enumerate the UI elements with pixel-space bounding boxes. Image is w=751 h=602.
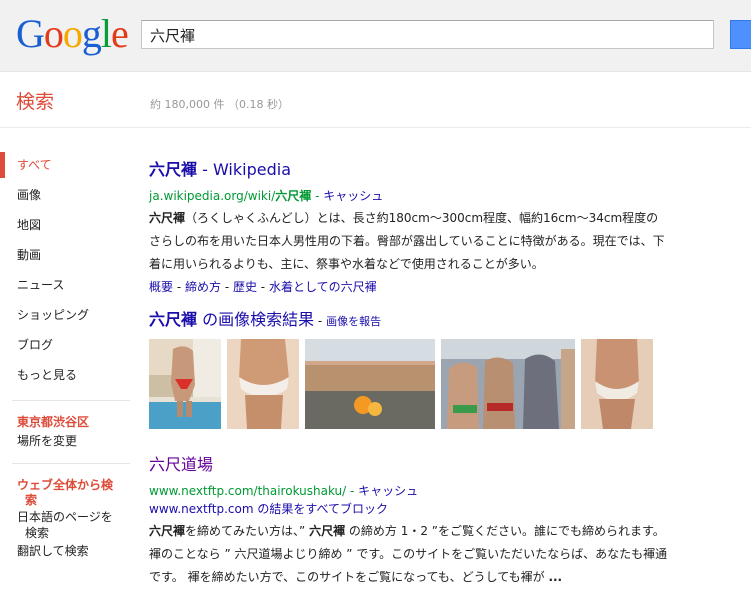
image-thumbnail[interactable] (581, 339, 653, 429)
url-text: ja.wikipedia.org/wiki/ (149, 189, 276, 203)
search-result: 六尺褌 - Wikipedia ja.wikipedia.org/wiki/六尺… (149, 160, 749, 296)
image-thumbnail[interactable] (441, 339, 575, 429)
nav-item-news[interactable]: ニュース (0, 270, 132, 300)
result-title-link[interactable]: 六尺道場 (149, 455, 749, 475)
result-snippet: 六尺褌を締めてみたい方は、” 六尺褌 の締め方 1・2 ”をご覧ください。誰にで… (149, 520, 669, 589)
report-images-link[interactable]: 画像を報告 (326, 315, 381, 328)
snippet-highlight: 六尺褌 (149, 211, 186, 225)
sitelink-separator: - (221, 280, 233, 294)
result-snippet: 六尺褌（ろくしゃくふんどし）とは、長さ約180cm～300cm程度、幅約16cm… (149, 207, 669, 276)
result-title-link[interactable]: 六尺褌 - Wikipedia (149, 160, 749, 180)
url-highlight: 六尺褌 (275, 189, 312, 203)
japanese-pages-label-cont: 検索 (25, 526, 50, 540)
logo-letter: l (100, 11, 112, 56)
report-separator: - (314, 314, 327, 328)
nav-item-blogs[interactable]: ブログ (0, 330, 132, 360)
search-button[interactable] (730, 20, 751, 49)
web-search-label: ウェブ全体から検 (17, 478, 114, 492)
logo-letter: o (62, 11, 83, 56)
search-box (141, 20, 714, 49)
subheader: 検索 約 180,000 件 （0.18 秒） (0, 73, 751, 128)
web-search-option[interactable]: ウェブ全体から検 索 (0, 478, 132, 508)
google-logo[interactable]: Google (16, 11, 129, 56)
logo-letter: e (111, 11, 129, 56)
nav-item-shopping[interactable]: ショッピング (0, 300, 132, 330)
nav-item-images[interactable]: 画像 (0, 180, 132, 210)
page-title: 検索 (16, 91, 55, 113)
image-thumbnail[interactable] (227, 339, 299, 429)
title-highlight: 六尺褌 (149, 310, 198, 329)
logo-letter: o (43, 11, 64, 56)
cache-link[interactable]: キャッシュ (323, 189, 383, 203)
snippet-highlight: 六尺褌 (149, 524, 186, 538)
header: Google (0, 0, 751, 72)
sitelink-separator: - (173, 280, 185, 294)
sitelink[interactable]: 締め方 (185, 280, 221, 294)
image-thumbnail[interactable] (149, 339, 221, 429)
sitelinks: 概要 - 締め方 - 歴史 - 水着としての六尺褌 (149, 278, 749, 296)
nav-divider (12, 463, 130, 464)
location-heading: 東京都渋谷区 (17, 415, 90, 429)
japanese-pages-label: 日本語のページを (17, 510, 113, 524)
nav-item-all[interactable]: すべて (0, 150, 132, 180)
web-search-label-cont: 索 (25, 493, 38, 507)
url-separator: - (346, 484, 359, 498)
festival-crowd-image (305, 339, 435, 429)
block-site-link[interactable]: www.nextftp.com の結果をすべてブロック (149, 500, 749, 518)
sitelink[interactable]: 概要 (149, 280, 173, 294)
nav-item-maps[interactable]: 地図 (0, 210, 132, 240)
result-url: www.nextftp.com/thairokushaku/ - キャッシュ (149, 482, 749, 500)
snippet-highlight: 六尺褌 (309, 524, 346, 538)
url-separator: - (311, 189, 324, 203)
pool-photo-image (149, 339, 221, 429)
snippet-ellipsis: ... (548, 570, 563, 584)
nav-item-more[interactable]: もっと見る (0, 360, 132, 390)
left-nav: すべて 画像 地図 動画 ニュース ショッピング ブログ もっと見る 東京都渋谷… (0, 150, 132, 559)
title-suffix: の画像検索結果 (197, 310, 315, 329)
sitelink-separator: - (256, 280, 269, 294)
block-domain: www.nextftp.com (149, 502, 254, 516)
image-thumbnails (149, 339, 749, 431)
url-text: www.nextftp.com/thairokushaku/ (149, 484, 347, 498)
translate-search-option[interactable]: 翻訳して検索 (0, 543, 132, 559)
snippet-text: を締めてみたい方は、” (185, 524, 310, 538)
nav-divider (12, 400, 130, 401)
snippet-text: （ろくしゃくふんどし）とは、長さ約180cm～300cm程度、幅約16cm～34… (149, 211, 665, 271)
image-results-header: 六尺褌 の画像検索結果 - 画像を報告 (149, 310, 749, 332)
back-view-image (581, 339, 653, 429)
logo-letter: g (81, 11, 102, 56)
title-highlight: 六尺褌 (149, 160, 198, 179)
results: 六尺褌 - Wikipedia ja.wikipedia.org/wiki/六尺… (149, 160, 749, 589)
festival-men-image (441, 339, 575, 429)
result-stats: 約 180,000 件 （0.18 秒） (150, 98, 289, 111)
japanese-pages-option[interactable]: 日本語のページを 検索 (0, 509, 132, 541)
change-location-link[interactable]: 場所を変更 (0, 433, 132, 449)
title-suffix: - Wikipedia (197, 160, 291, 179)
search-result: 六尺道場 www.nextftp.com/thairokushaku/ - キャ… (149, 455, 749, 589)
sitelink[interactable]: 水着としての六尺褌 (269, 280, 377, 294)
closeup-photo-image (227, 339, 299, 429)
block-text: の結果をすべてブロック (253, 502, 389, 516)
logo-letter: G (16, 11, 45, 56)
result-url: ja.wikipedia.org/wiki/六尺褌 - キャッシュ (149, 187, 749, 205)
image-thumbnail[interactable] (305, 339, 435, 429)
sitelink[interactable]: 歴史 (233, 280, 257, 294)
image-results-title-link[interactable]: 六尺褌 の画像検索結果 (149, 310, 314, 329)
nav-item-videos[interactable]: 動画 (0, 240, 132, 270)
cache-link[interactable]: キャッシュ (358, 484, 418, 498)
search-input[interactable] (150, 25, 690, 45)
